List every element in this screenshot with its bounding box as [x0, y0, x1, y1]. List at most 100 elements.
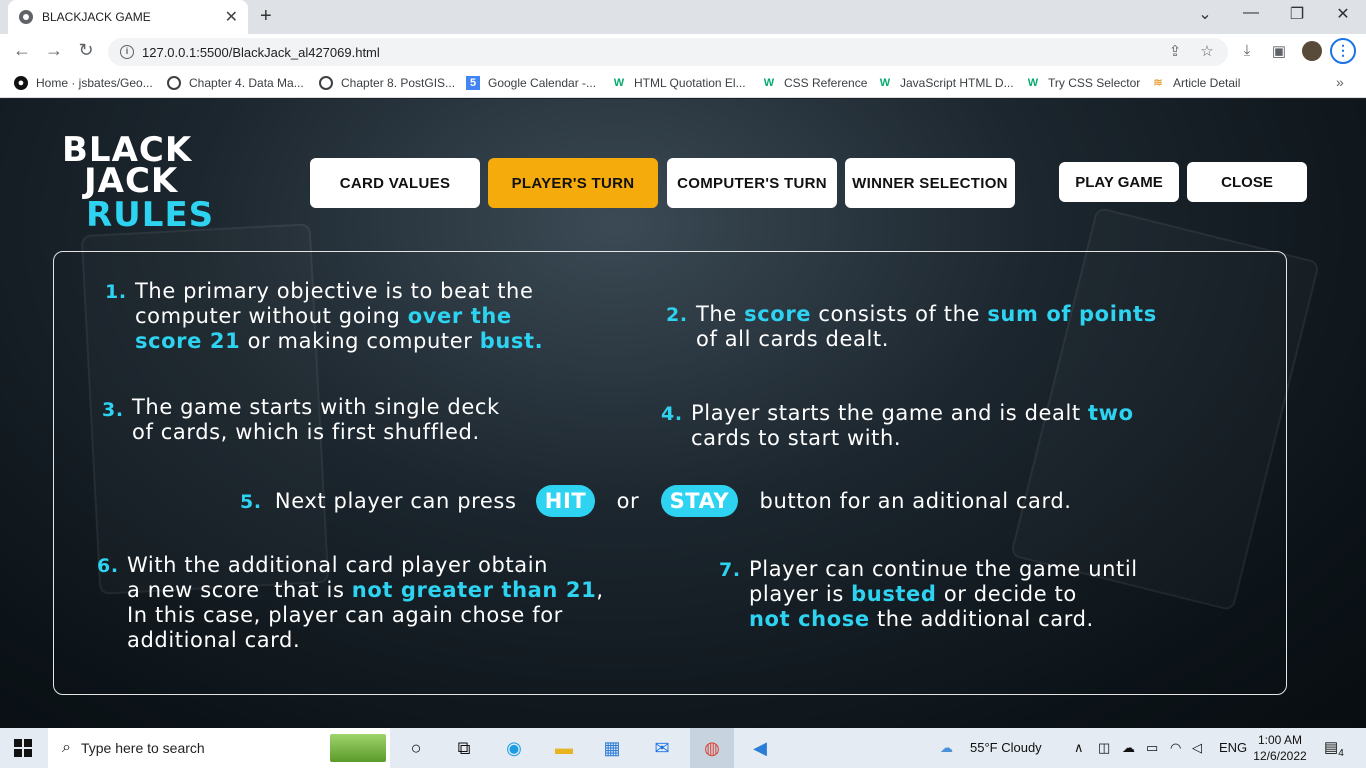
weather-text[interactable]: 55°F Cloudy — [970, 740, 1042, 755]
rule-text: The — [696, 302, 745, 326]
computers-turn-button[interactable]: COMPUTER'S TURN — [667, 158, 837, 208]
rule-1: 1. The primary objective is to beat the … — [105, 279, 655, 354]
bookmark-item[interactable]: W JavaScript HTML D... — [878, 76, 1014, 90]
rule-text: Next player can press — [274, 489, 517, 513]
mail-icon[interactable]: ✉ — [648, 734, 676, 762]
rule-text: Player can continue the game until — [749, 557, 1138, 581]
rule-text: computer without going — [135, 304, 408, 328]
bookmark-label: Google Calendar -... — [488, 76, 597, 90]
volume-icon[interactable]: ◁ — [1192, 740, 1202, 756]
winner-selection-button[interactable]: WINNER SELECTION — [845, 158, 1015, 208]
bookmark-item[interactable]: ≋ Article Detail — [1151, 76, 1240, 90]
article-icon: ≋ — [1153, 77, 1163, 89]
onedrive-icon[interactable]: ☁ — [1122, 740, 1135, 756]
bookmark-item[interactable]: Chapter 4. Data Ma... — [167, 76, 304, 90]
windows-taskbar: ⌕ Type here to search ○ ⧉ ◉ ▬ ▦ ✉ ◍ ◀ ☁ … — [0, 728, 1366, 768]
rule-2: 2. The score consists of the sum of poin… — [666, 302, 1256, 352]
rule-text: or decide to — [936, 582, 1077, 606]
more-bookmarks-icon[interactable]: » — [1336, 74, 1344, 90]
edge-icon[interactable]: ◉ — [500, 734, 528, 762]
close-button[interactable]: CLOSE — [1187, 162, 1307, 202]
restore-icon[interactable]: ❐ — [1274, 4, 1320, 24]
back-icon[interactable]: ← — [10, 40, 34, 61]
stay-badge: STAY — [660, 485, 739, 517]
tray-overflow-icon[interactable]: ∧ — [1074, 740, 1084, 756]
tray-app-icon[interactable]: ◫ — [1098, 740, 1110, 756]
close-window-icon[interactable]: ✕ — [1320, 4, 1366, 24]
reload-icon[interactable]: ↻ — [74, 40, 98, 61]
new-tab-icon[interactable]: + — [260, 5, 272, 28]
share-icon[interactable]: ⇪ — [1165, 42, 1185, 60]
github-icon: ● — [14, 76, 28, 90]
rule-text: cards to start with. — [691, 426, 902, 450]
windows-start-icon[interactable] — [14, 739, 32, 757]
minimize-icon[interactable]: — — [1228, 4, 1274, 22]
close-tab-icon[interactable]: ✕ — [225, 7, 238, 27]
info-icon[interactable]: i — [120, 45, 134, 59]
bookmark-item[interactable]: 5 Google Calendar -... — [466, 76, 596, 90]
w3schools-icon: W — [1027, 77, 1039, 89]
rule-7: 7. Player can continue the game until pl… — [719, 557, 1249, 632]
bookmark-item[interactable]: W HTML Quotation El... — [612, 76, 746, 90]
rule-highlight: busted — [851, 582, 937, 606]
sidepanel-icon[interactable]: ▣ — [1269, 42, 1289, 60]
play-game-button[interactable]: PLAY GAME — [1059, 162, 1179, 202]
url-text: 127.0.0.1:5500/BlackJack_al427069.html — [142, 44, 380, 60]
bookmark-label: Chapter 4. Data Ma... — [189, 76, 304, 90]
bookmark-label: Try CSS Selector — [1048, 76, 1141, 90]
bookmarks-bar: ● Home · jsbates/Geo... Chapter 4. Data M… — [0, 70, 1366, 98]
rule-highlight: two — [1088, 401, 1134, 425]
vscode-icon[interactable]: ◀ — [746, 734, 774, 762]
rule-text: or — [616, 489, 640, 513]
language-indicator[interactable]: ENG — [1219, 740, 1247, 755]
rule-text: of all cards dealt. — [696, 327, 890, 351]
store-icon[interactable]: ▦ — [598, 734, 626, 762]
download-icon[interactable]: ⤓ — [1237, 42, 1257, 59]
address-bar[interactable]: i 127.0.0.1:5500/BlackJack_al427069.html — [108, 38, 1228, 66]
cortana-icon[interactable]: ○ — [402, 734, 430, 762]
clock-time: 1:00 AM — [1257, 733, 1303, 747]
file-explorer-icon[interactable]: ▬ — [550, 734, 578, 762]
bookmark-star-icon[interactable]: ☆ — [1197, 42, 1217, 60]
rule-5: 5. Next player can press HIT or STAY but… — [240, 485, 1220, 518]
wifi-icon[interactable]: ◠ — [1170, 740, 1181, 756]
bookmark-item[interactable]: Chapter 8. PostGIS... — [319, 76, 455, 90]
blackjack-rules-logo: BLACK JACK RULES — [62, 133, 214, 233]
bookmark-item[interactable]: W CSS Reference — [762, 76, 868, 90]
task-view-icon[interactable]: ⧉ — [450, 734, 478, 762]
rule-highlight: not chose — [749, 607, 870, 631]
notification-count: 4 — [1338, 748, 1344, 759]
rule-highlight: bust. — [479, 329, 544, 353]
rule-4: 4. Player starts the game and is dealt t… — [661, 401, 1251, 451]
bookmark-item[interactable]: W Try CSS Selector — [1026, 76, 1140, 90]
bookmark-label: CSS Reference — [784, 76, 868, 90]
rule-6: 6. With the additional card player obtai… — [97, 553, 707, 653]
profile-avatar[interactable] — [1302, 41, 1322, 61]
rule-number: 2. — [666, 304, 688, 326]
rule-text: , — [596, 578, 604, 602]
card-values-button[interactable]: CARD VALUES — [310, 158, 480, 208]
players-turn-button[interactable]: PLAYER'S TURN — [488, 158, 658, 208]
rule-text: consists of the — [811, 302, 988, 326]
rule-number: 3. — [102, 399, 124, 421]
rule-text: additional card. — [127, 628, 301, 652]
tab-search-icon[interactable]: ⌄ — [1182, 4, 1228, 24]
search-icon: ⌕ — [62, 739, 71, 756]
forward-icon[interactable]: → — [42, 40, 66, 61]
chrome-icon[interactable]: ◍ — [690, 728, 734, 768]
clock[interactable]: 1:00 AM 12/6/2022 — [1250, 732, 1310, 764]
notifications-icon[interactable]: ▤4 — [1324, 738, 1344, 759]
globe-icon — [167, 76, 181, 90]
bookmark-label: Article Detail — [1173, 76, 1241, 90]
rule-number: 7. — [719, 559, 741, 581]
calendar-icon: 5 — [466, 76, 480, 90]
browser-tab[interactable]: BLACKJACK GAME ✕ — [8, 0, 248, 34]
menu-icon[interactable]: ⋮ — [1330, 38, 1356, 64]
rule-text: or making computer — [240, 329, 480, 353]
rule-number: 5. — [240, 491, 262, 513]
rule-number: 4. — [661, 403, 683, 425]
battery-icon[interactable]: ▭ — [1146, 740, 1158, 756]
rule-highlight: score — [744, 302, 812, 326]
bookmark-label: JavaScript HTML D... — [900, 76, 1014, 90]
bookmark-item[interactable]: ● Home · jsbates/Geo... — [14, 76, 153, 90]
